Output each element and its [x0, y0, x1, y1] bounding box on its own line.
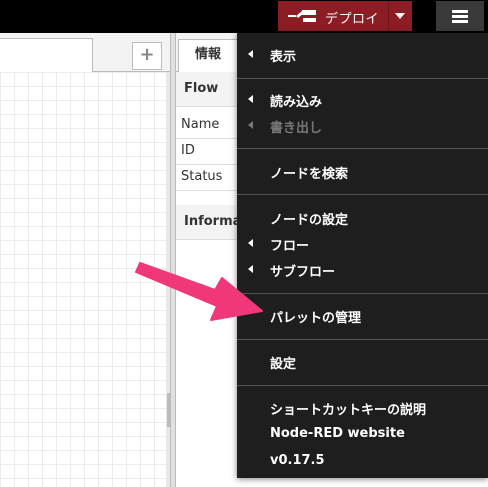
- menu-item-label: ノードの設定: [270, 213, 349, 228]
- info-row-label: Name: [181, 117, 220, 132]
- menu-item-shortcuts[interactable]: ショートカットキーの説明: [237, 396, 488, 420]
- flow-canvas[interactable]: [0, 72, 166, 487]
- workspace-tabs: +: [0, 33, 170, 72]
- tab-info[interactable]: 情報: [178, 39, 238, 72]
- menu-item-search[interactable]: ノードを検索: [237, 160, 488, 184]
- menu-divider: [237, 339, 488, 340]
- info-row-label: Status: [181, 169, 223, 184]
- menu-item-website[interactable]: Node-RED website: [237, 423, 488, 447]
- menu-item-label: 読み込み: [270, 95, 323, 110]
- header-bar: [0, 0, 488, 33]
- menu-item-label: フロー: [270, 239, 310, 254]
- menu-item-settings[interactable]: 設定: [237, 350, 488, 374]
- menu-item-node-config[interactable]: ノードの設定: [237, 206, 488, 230]
- main-menu-button[interactable]: [436, 1, 484, 31]
- menu-item-label: ショートカットキーの説明: [270, 403, 427, 418]
- menu-item-flows[interactable]: フロー: [237, 232, 488, 256]
- tab-flow[interactable]: [0, 38, 93, 72]
- menu-item-label: v0.17.5: [270, 453, 325, 468]
- menu-item-import[interactable]: 読み込み: [237, 88, 488, 112]
- deploy-label: デプロイ: [325, 12, 380, 27]
- info-row-label: ID: [181, 143, 195, 158]
- menu-item-label: 書き出し: [270, 121, 323, 136]
- menu-item-version: v0.17.5: [237, 450, 488, 474]
- hamburger-icon: [452, 10, 468, 13]
- main-menu: 表示 読み込み 書き出し ノードを検索 ノードの設定 フロー サブフロー パレッ…: [237, 33, 488, 478]
- submenu-arrow-icon: [248, 95, 253, 103]
- menu-divider: [237, 194, 488, 195]
- menu-item-label: サブフロー: [270, 265, 336, 280]
- deploy-divider: [388, 1, 389, 31]
- chevron-down-icon[interactable]: [395, 13, 405, 19]
- add-tab-button[interactable]: +: [132, 42, 162, 70]
- menu-item-label: 設定: [270, 357, 297, 372]
- hamburger-icon-bar: [452, 20, 468, 23]
- menu-item-subflows[interactable]: サブフロー: [237, 258, 488, 282]
- menu-item-view[interactable]: 表示: [237, 43, 488, 67]
- menu-divider: [237, 78, 488, 79]
- menu-item-label: Node-RED website: [270, 426, 405, 441]
- menu-item-label: パレットの管理: [270, 311, 362, 326]
- menu-item-export[interactable]: 書き出し: [237, 114, 488, 138]
- submenu-arrow-icon: [248, 239, 253, 247]
- menu-item-label: 表示: [270, 50, 297, 65]
- menu-item-palette[interactable]: パレットの管理: [237, 304, 488, 328]
- submenu-arrow-icon: [248, 121, 253, 129]
- flow-section-title: Flow: [184, 81, 219, 96]
- deploy-icon: [288, 10, 316, 22]
- menu-item-label: ノードを検索: [270, 167, 349, 182]
- menu-divider: [237, 385, 488, 386]
- menu-divider: [237, 293, 488, 294]
- deploy-button[interactable]: デプロイ: [278, 1, 412, 31]
- hamburger-icon-bar: [452, 15, 468, 18]
- submenu-arrow-icon: [248, 265, 253, 273]
- submenu-arrow-icon: [248, 50, 253, 58]
- menu-divider: [237, 148, 488, 149]
